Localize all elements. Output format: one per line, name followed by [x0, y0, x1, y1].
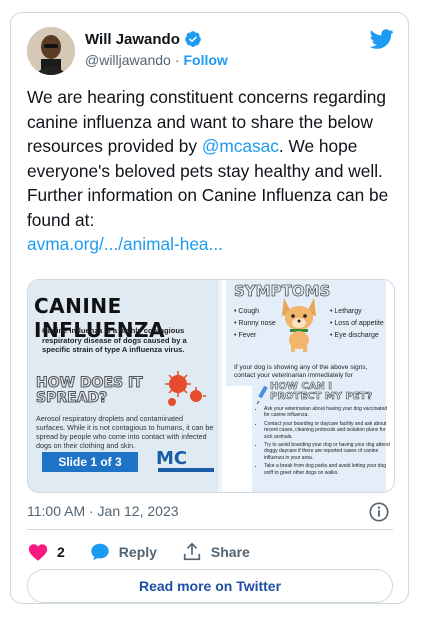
protect-item: Take a break from dog parks and avoid le…	[264, 463, 392, 476]
symptoms-left-list: • Cough • Runny nose • Fever	[234, 306, 276, 342]
symptoms-note: If your dog is showing any of the above …	[234, 364, 368, 379]
avatar[interactable]	[27, 27, 75, 75]
spread-text: Aerosol respiratory droplets and contami…	[36, 414, 214, 450]
mention-link[interactable]: @mcasac	[202, 136, 279, 156]
symptom-item: • Fever	[234, 332, 257, 339]
reply-bubble-icon	[91, 543, 109, 561]
logo-underline	[158, 468, 214, 472]
read-more-button[interactable]: Read more on Twitter	[27, 569, 393, 603]
twitter-bird-icon[interactable]	[370, 27, 394, 51]
reply-label: Reply	[118, 544, 157, 560]
follow-button[interactable]: Follow	[183, 52, 227, 68]
dog-illustration-icon	[282, 298, 316, 352]
protect-item: Contact your boarding or daycare facilit…	[264, 421, 392, 440]
like-count: 2	[57, 544, 65, 560]
infographic-right-panel: SYMPTOMS • Cough • Runny nose • Fever • …	[222, 280, 394, 492]
tweet-image[interactable]: CANINE INFLUENZA Canine influenza is a h…	[27, 279, 395, 493]
protect-list: Ask your veterinarian about having your …	[256, 406, 392, 478]
tweet-text: We are hearing constituent concerns rega…	[27, 85, 397, 257]
external-link[interactable]: avma.org/.../animal-hea...	[27, 234, 223, 254]
share-icon	[183, 542, 201, 561]
handle-separator: ·	[174, 52, 180, 68]
author-handle[interactable]: @willjawando	[85, 52, 171, 68]
divider	[27, 529, 393, 530]
tweet-timestamp[interactable]: 11:00 AM · Jan 12, 2023	[27, 503, 179, 519]
protect-item: Ask your veterinarian about having your …	[264, 406, 392, 419]
info-icon[interactable]	[368, 501, 390, 523]
action-bar: 2 Reply Share	[27, 541, 274, 563]
symptom-item: • Cough	[234, 308, 260, 315]
syringe-icon	[256, 385, 268, 404]
symptom-item: • Eye discharge	[330, 332, 379, 339]
infographic-left-panel: CANINE INFLUENZA Canine influenza is a h…	[28, 280, 218, 492]
mcasac-logo: MC	[156, 448, 188, 469]
infographic-description: Canine influenza is a highly contagious …	[42, 326, 187, 354]
symptoms-box: SYMPTOMS • Cough • Runny nose • Fever • …	[226, 280, 386, 386]
verified-badge-icon	[185, 31, 201, 47]
share-button[interactable]: Share	[181, 541, 250, 563]
virus-icon	[165, 371, 206, 406]
reply-button[interactable]: Reply	[89, 541, 157, 563]
protect-item: Try to avoid boarding your dog or having…	[264, 442, 392, 461]
symptom-item: • Loss of appetite	[330, 320, 384, 327]
protect-title: HOW CAN I PROTECT MY PET?	[270, 381, 373, 402]
share-label: Share	[210, 544, 250, 560]
like-button[interactable]: 2	[27, 541, 65, 563]
symptom-item: • Lethargy	[330, 308, 362, 315]
heart-icon	[28, 544, 48, 561]
protect-box: HOW CAN I PROTECT MY PET? Ask your veter…	[252, 381, 390, 492]
spread-heading: HOW DOES IT SPREAD?	[36, 375, 144, 406]
symptoms-right-list: • Lethargy • Loss of appetite • Eye disc…	[330, 306, 384, 342]
tweet-card: Will Jawando @willjawando · Follow We ar…	[10, 12, 409, 604]
slide-label: Slide 1 of 3	[42, 452, 138, 472]
author-name[interactable]: Will Jawando	[85, 31, 180, 48]
symptom-item: • Runny nose	[234, 320, 276, 327]
